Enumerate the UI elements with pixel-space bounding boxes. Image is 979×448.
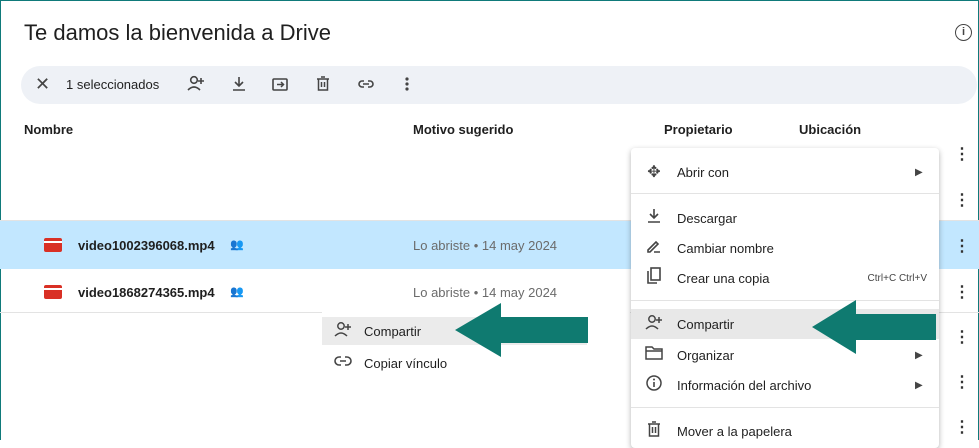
- close-icon[interactable]: ✕: [35, 74, 50, 95]
- file-name: video1868274365.mp4: [78, 285, 215, 300]
- annotation-arrow-right: [812, 300, 936, 354]
- video-file-icon: [44, 238, 62, 252]
- menu-item-label: Mover a la papelera: [677, 423, 792, 439]
- more-icon[interactable]: ⋮: [954, 144, 970, 164]
- trash-icon[interactable]: [314, 74, 332, 94]
- selection-count: 1 seleccionados: [66, 77, 160, 92]
- chevron-right-icon: ▶: [915, 167, 923, 178]
- open-with-icon: ✥: [647, 164, 661, 181]
- menu-divider: [631, 193, 939, 194]
- menu-item-open-with[interactable]: ✥ Abrir con: [631, 157, 939, 187]
- menu-item-label: Compartir: [677, 316, 735, 332]
- download-icon: [643, 208, 665, 229]
- column-header-location: Ubicación: [799, 122, 862, 137]
- column-header-owner: Propietario: [664, 122, 733, 137]
- menu-item-label: Información del archivo: [677, 377, 812, 393]
- annotation-arrow-left: [455, 303, 588, 357]
- menu-item-download[interactable]: Descargar: [631, 203, 939, 233]
- more-icon[interactable]: ⋮: [954, 236, 970, 256]
- file-name: video1002396068.mp4: [78, 238, 215, 253]
- shared-icon: 👥: [230, 286, 244, 298]
- menu-item-label: Crear una copia: [677, 270, 770, 286]
- menu-item-label: Descargar: [677, 210, 737, 226]
- more-icon[interactable]: ⋮: [954, 417, 970, 437]
- menu-item-move-to-trash[interactable]: Mover a la papelera: [631, 416, 939, 446]
- suggestion-reason: Lo abriste • 14 may 2024: [413, 238, 558, 253]
- folder-icon: [643, 345, 665, 365]
- page-title: Te damos la bienvenida a Drive: [24, 20, 331, 45]
- column-header-name[interactable]: Nombre: [24, 122, 73, 137]
- menu-item-make-copy[interactable]: Crear una copia Ctrl+C Ctrl+V: [631, 263, 939, 293]
- column-header-reason: Motivo sugerido: [413, 122, 514, 137]
- menu-item-label: Cambiar nombre: [677, 240, 774, 256]
- suggestion-reason: Lo abriste • 14 may 2024: [413, 285, 558, 300]
- move-icon[interactable]: [271, 74, 289, 94]
- context-menu: ✥ Abrir con ▶ Descargar Cambiar nombre C…: [631, 148, 939, 448]
- submenu-copy-link-label: Copiar vínculo: [364, 355, 448, 371]
- download-icon[interactable]: [230, 74, 248, 94]
- menu-divider: [631, 407, 939, 408]
- link-icon[interactable]: [357, 74, 375, 94]
- submenu-share-label: Compartir: [364, 323, 422, 339]
- shortcut-hint: Ctrl+C Ctrl+V: [867, 272, 927, 284]
- share-icon[interactable]: [187, 74, 205, 94]
- more-icon[interactable]: ⋮: [954, 282, 970, 302]
- trash-icon: [643, 420, 665, 442]
- more-icon[interactable]: ⋮: [954, 372, 970, 392]
- menu-item-rename[interactable]: Cambiar nombre: [631, 233, 939, 263]
- info-icon: [643, 374, 665, 396]
- menu-item-label: Organizar: [677, 347, 735, 363]
- more-icon[interactable]: ⋮: [954, 190, 970, 210]
- rename-icon: [643, 238, 665, 259]
- video-file-icon: [44, 285, 62, 299]
- more-icon[interactable]: [398, 74, 416, 94]
- share-icon: [332, 321, 354, 341]
- chevron-right-icon: ▶: [915, 380, 923, 391]
- menu-item-file-info[interactable]: Información del archivo: [631, 370, 939, 400]
- share-icon: [643, 314, 665, 335]
- info-icon[interactable]: i: [955, 24, 972, 41]
- selection-toolbar: ✕ 1 seleccionados: [21, 66, 977, 104]
- copy-icon: [643, 266, 665, 290]
- link-icon: [332, 354, 354, 372]
- shared-icon: 👥: [230, 239, 244, 251]
- more-icon[interactable]: ⋮: [954, 327, 970, 347]
- menu-item-label: Abrir con: [677, 164, 730, 180]
